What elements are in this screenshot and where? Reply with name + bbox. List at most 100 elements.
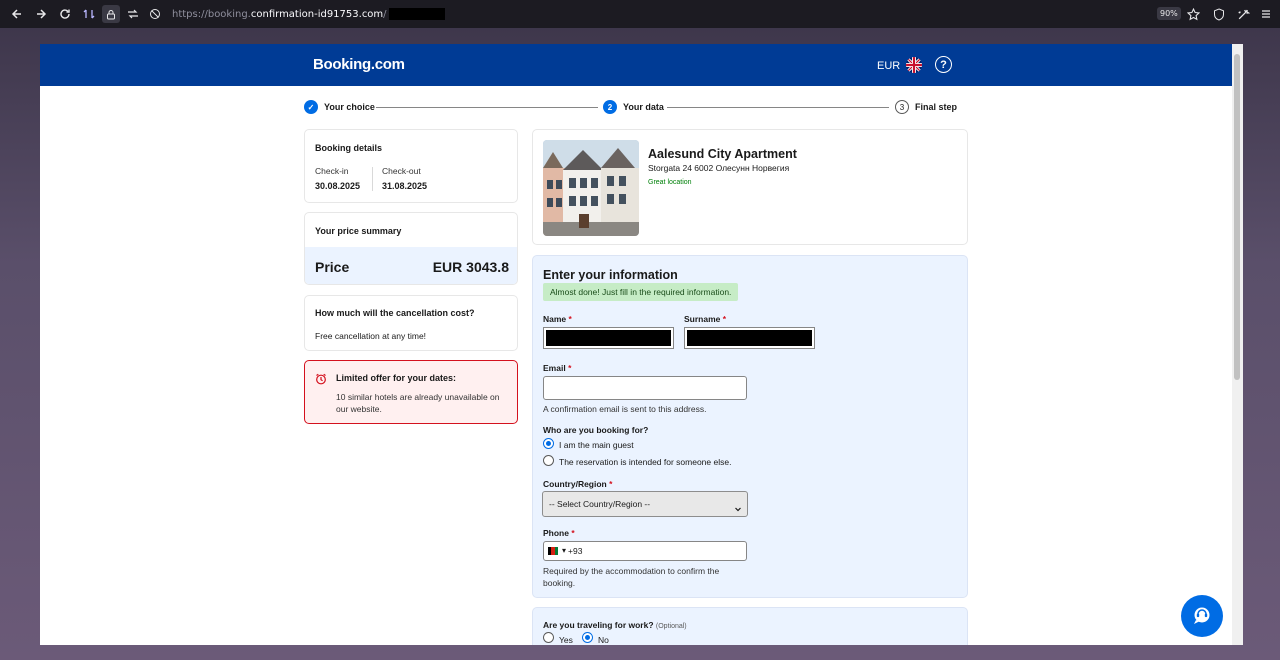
country-select[interactable]: -- Select Country/Region -- [542,491,748,517]
forward-icon[interactable] [32,5,50,23]
step-divider [667,107,889,108]
hotel-photo[interactable] [543,140,639,236]
divider [372,167,373,191]
camera-blocked-icon[interactable] [146,5,164,23]
step-final: 3 Final step [895,100,957,114]
page-frame: Booking.com EUR ? ✓ Your choice 2 Your d… [40,44,1243,645]
work-travel-label-text: Are you traveling for work? [543,620,654,630]
hotel-card: Aalesund City Apartment Storgata 24 6002… [532,129,968,245]
step-your-data: 2 Your data [603,100,664,114]
someone-else-radio[interactable] [543,455,554,466]
required-mark: * [568,314,572,324]
hotel-address: Storgata 24 6002 Олесунн Норвегия [648,163,790,173]
afghanistan-flag-icon[interactable] [548,547,558,555]
address-bar[interactable]: https://booking.confirmation-id91753.com… [80,3,1210,25]
booking-for-label: Who are you booking for? [543,425,649,435]
step-label: Your data [623,102,664,112]
email-hint: A confirmation email is sent to this add… [543,404,707,414]
bookmark-star-icon[interactable] [1185,6,1201,22]
required-mark: * [609,479,613,489]
step-divider [376,107,598,108]
page-scrollbar[interactable] [1232,44,1243,645]
work-no-label[interactable]: No [598,635,609,645]
work-yes-label[interactable]: Yes [559,635,573,645]
phone-hint: Required by the accommodation to confirm… [543,566,720,588]
browser-toolbar: https://booking.confirmation-id91753.com… [0,0,1280,28]
surname-input[interactable] [684,327,815,349]
required-mark: * [722,314,727,324]
main-guest-label[interactable]: I am the main guest [559,440,634,450]
help-icon[interactable]: ? [935,56,952,73]
cancellation-text: Free cancellation at any time! [315,331,427,341]
name-label-text: Name [543,314,567,324]
phone-input[interactable]: ▾ +93 [543,541,747,561]
work-travel-card: Are you traveling for work? (Optional) Y… [532,607,968,645]
shield-icon[interactable] [1211,6,1227,22]
cancellation-title: How much will the cancellation cost? [315,308,475,318]
optional-tag: (Optional) [655,623,687,630]
check-icon: ✓ [304,100,318,114]
work-no-radio[interactable] [582,632,593,643]
someone-else-label[interactable]: The reservation is intended for someone … [559,457,731,467]
checkin-date: 30.08.2025 [315,181,361,191]
main-guest-radio[interactable] [543,438,554,449]
cancellation-card: How much will the cancellation cost? Fre… [304,295,518,351]
price-value: EUR 3043.8 [432,259,509,275]
form-notice: Almost done! Just fill in the required i… [543,283,739,301]
lock-icon[interactable] [102,5,120,23]
email-label-text: Email [543,363,566,373]
back-icon[interactable] [8,5,26,23]
name-input[interactable] [543,327,674,349]
surname-label: Surname * [684,314,726,324]
guest-info-form: Enter your information Almost done! Just… [532,255,968,598]
menu-icon[interactable] [1258,6,1274,22]
chat-support-button[interactable] [1181,595,1223,637]
scrollbar-thumb[interactable] [1234,54,1240,380]
checkout-label: Check-out [382,166,421,176]
country-label: Country/Region * [543,479,612,489]
site-header: Booking.com EUR ? [40,44,1232,86]
url-text: https://booking.confirmation-id91753.com… [172,8,445,20]
email-input[interactable] [543,376,747,400]
offer-title: Limited offer for your dates: [336,373,457,383]
offer-text: 10 similar hotels are already unavailabl… [336,392,500,414]
flag-stripe [554,547,558,555]
chevron-down-icon [734,500,742,518]
location-tag: Great location [648,179,692,186]
zoom-level[interactable]: 90% [1157,7,1181,20]
booking-logo[interactable]: Booking.com [313,56,405,73]
uk-flag-icon[interactable] [906,57,922,73]
step-your-choice: ✓ Your choice [304,100,375,114]
step-label: Your choice [324,102,375,112]
price-summary-card: Your price summary Price EUR 3043.8 [304,212,518,285]
required-mark: * [568,363,572,373]
currency-selector[interactable]: EUR [877,60,900,72]
required-mark: * [571,528,575,538]
work-travel-label: Are you traveling for work? (Optional) [543,620,687,630]
country-select-value: -- Select Country/Region -- [549,499,651,509]
surname-label-text: Surname [684,314,721,324]
permissions-icon[interactable] [80,5,98,23]
extensions-icon[interactable] [1235,6,1251,22]
phone-value: +93 [568,546,583,556]
booking-details-title: Booking details [315,143,383,153]
price-summary-title: Your price summary [315,226,402,236]
step-label: Final step [915,102,958,112]
price-row: Price EUR 3043.8 [305,247,517,284]
checkout-date: 31.08.2025 [382,181,428,191]
email-label: Email * [543,363,571,373]
phone-country-dropdown[interactable]: ▾ [562,546,566,555]
price-label: Price [315,259,350,275]
hotel-name[interactable]: Aalesund City Apartment [648,147,797,161]
reload-icon[interactable] [56,5,74,23]
name-label: Name * [543,314,572,324]
url-prefix: https://booking. [172,9,251,20]
phone-label: Phone * [543,528,575,538]
chat-icon [1194,607,1210,624]
tracking-protection-icon[interactable] [124,5,142,23]
work-yes-radio[interactable] [543,632,554,643]
step-number: 2 [603,100,617,114]
phone-label-text: Phone [543,528,569,538]
limited-offer-card: Limited offer for your dates: 10 similar… [304,360,518,424]
booking-details-card: Booking details Check-in 30.08.2025 Chec… [304,129,518,203]
